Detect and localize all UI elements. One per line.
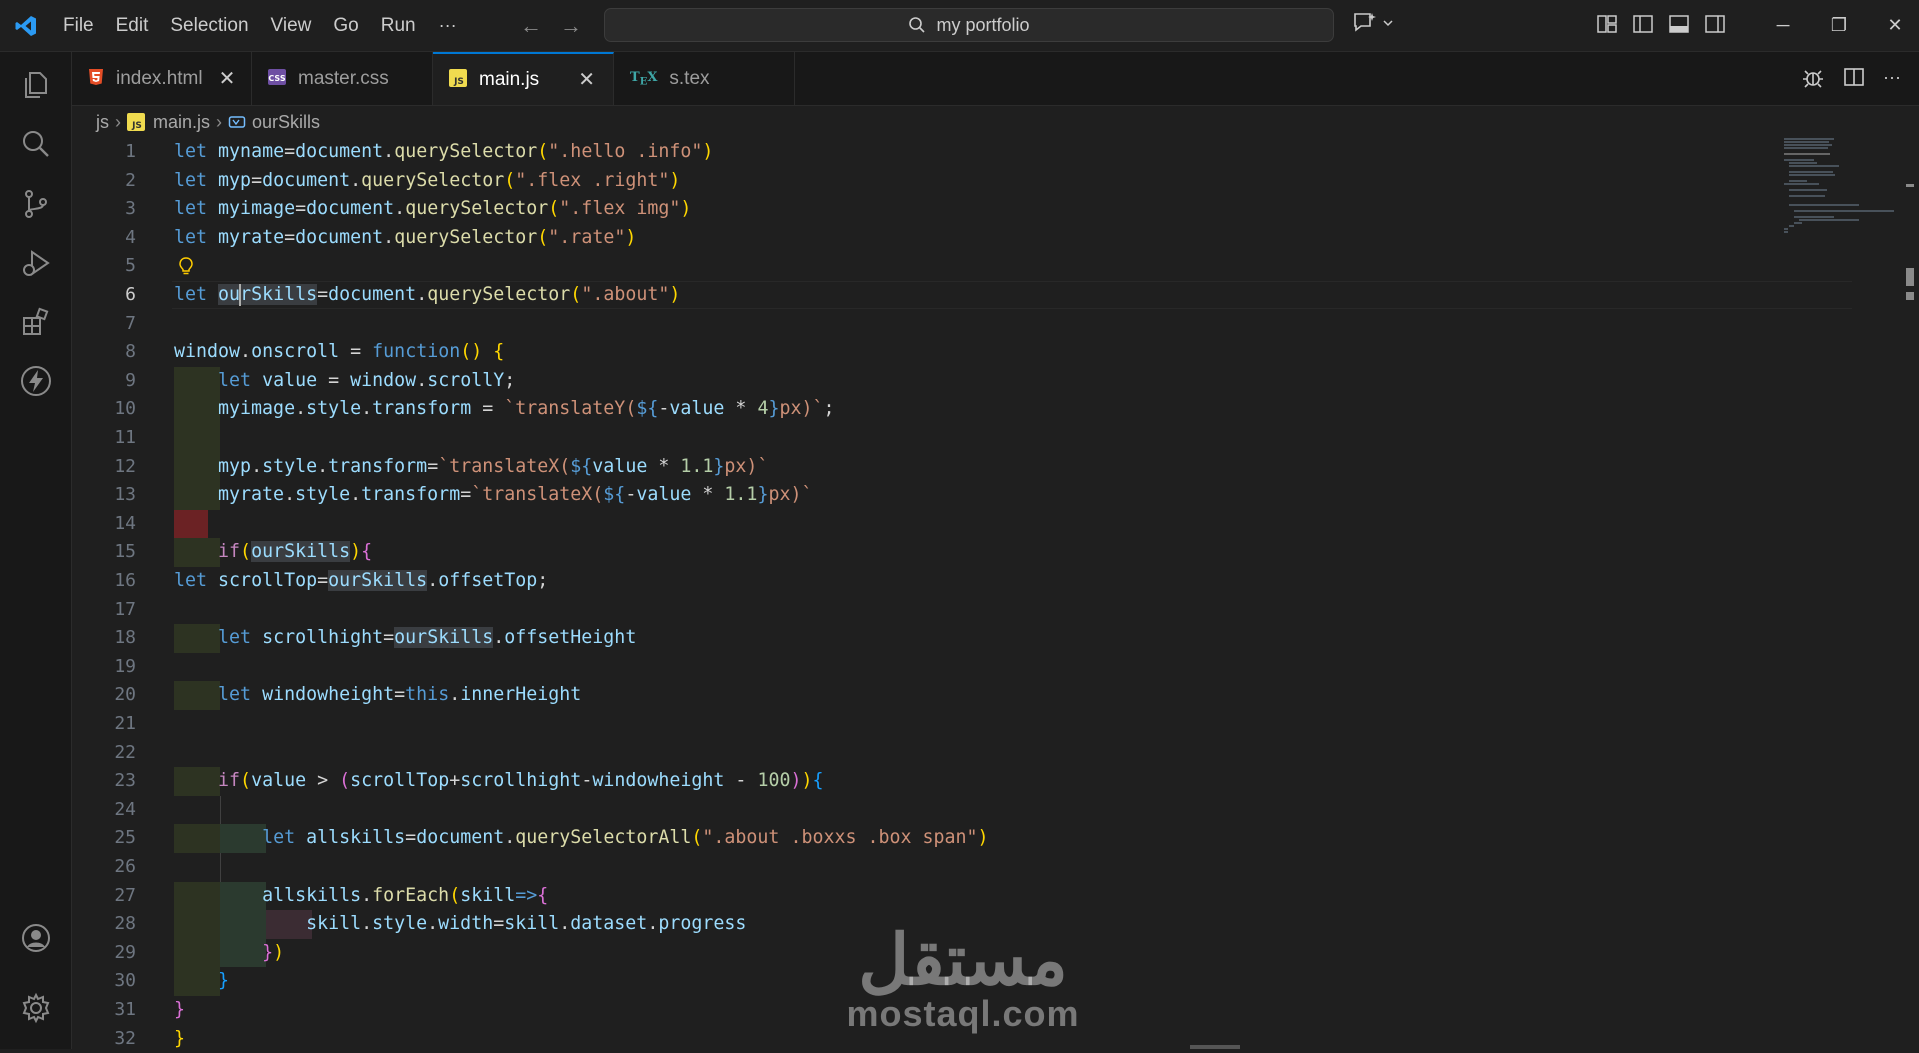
tab-main-js[interactable]: JS main.js ✕: [433, 52, 614, 105]
activity-bar: [0, 52, 72, 1049]
source-control-icon[interactable]: [18, 186, 54, 222]
code-line-8: window.onscroll = function() {: [174, 341, 505, 363]
search-icon: [909, 17, 926, 33]
watermark-arabic: مستقل: [858, 921, 1068, 999]
extensions-icon[interactable]: [18, 304, 54, 340]
split-editor-icon[interactable]: [1843, 66, 1865, 88]
svg-text:CSS: CSS: [268, 74, 285, 83]
code-line-12: myp.style.transform=`translateX(${value …: [218, 455, 769, 477]
scrollbar-overview[interactable]: [1904, 180, 1914, 330]
js-icon: JS: [449, 69, 467, 90]
more-actions-icon[interactable]: ···: [1883, 66, 1901, 90]
run-debug-icon[interactable]: [18, 245, 54, 281]
code-line-16: let scrollTop=ourSkills.offsetTop;: [174, 570, 549, 591]
code-line-9: let value = window.scrollY;: [218, 369, 516, 391]
code-line-15: if(ourSkills){: [218, 541, 373, 563]
tab-label: master.css: [298, 67, 389, 89]
code-line-3: let myimage=document.querySelector(".fle…: [174, 198, 692, 220]
menu-edit[interactable]: Edit: [105, 0, 160, 51]
close-icon[interactable]: ✕: [562, 67, 595, 92]
back-arrow-icon[interactable]: ←: [520, 13, 542, 39]
search-icon[interactable]: [18, 126, 54, 162]
svg-text:JS: JS: [131, 121, 142, 131]
minimize-button[interactable]: ─: [1755, 15, 1811, 36]
chevron-down-icon: [1383, 20, 1393, 27]
code-line-10: myimage.style.transform = `translateY(${…: [218, 398, 835, 420]
horizontal-scrollbar[interactable]: [1190, 1045, 1240, 1049]
breadcrumb-file[interactable]: main.js: [153, 112, 210, 133]
tab-master-css[interactable]: CSS master.css: [252, 52, 433, 105]
tab-label: main.js: [479, 68, 540, 90]
thunder-client-icon[interactable]: [18, 363, 54, 399]
code-line-4: let myrate=document.querySelector(".rate…: [174, 226, 637, 248]
breadcrumb: js › JS main.js › ourSkills: [72, 107, 320, 137]
breadcrumb-folder[interactable]: js: [96, 112, 109, 133]
code-line-1: let myname=document.querySelector(".hell…: [174, 141, 714, 162]
chevron-right-icon: ›: [115, 111, 121, 132]
search-text: my portfolio: [936, 14, 1030, 35]
forward-arrow-icon[interactable]: →: [560, 13, 582, 39]
toggle-primary-sidebar-icon[interactable]: [1632, 13, 1654, 35]
line-number: 22: [114, 741, 136, 763]
chevron-right-icon: ›: [216, 111, 223, 132]
watermark-logo: مستقل mostaql.com: [843, 925, 1083, 1035]
more-menu-button[interactable]: ···: [427, 15, 469, 36]
code-line-2: let myp=document.querySelector(".flex .r…: [174, 169, 681, 191]
menu-file[interactable]: File: [52, 0, 105, 51]
close-icon[interactable]: ✕: [203, 66, 236, 91]
line-number: 19: [114, 655, 136, 677]
copilot-icon: [1354, 13, 1376, 32]
menu-go[interactable]: Go: [322, 0, 369, 51]
toggle-panel-icon[interactable]: [1668, 13, 1690, 35]
svg-text:JS: JS: [453, 77, 464, 87]
vscode-logo-icon: [0, 0, 52, 51]
customize-layout-icon[interactable]: [1596, 13, 1618, 35]
code-line-29: }): [262, 941, 285, 963]
code-line-31: }: [174, 999, 186, 1020]
watermark-latin: mostaql.com: [846, 993, 1080, 1034]
code-line-18: let scrollhight=ourSkills.offsetHeight: [218, 627, 637, 649]
code-line-13: myrate.style.transform=`translateX(${-va…: [218, 484, 813, 506]
code-line-23: if(value > (scrollTop+scrollhight-window…: [218, 770, 824, 792]
html5-icon: [88, 68, 104, 89]
code-line-28: skill.style.width=skill.dataset.progress: [306, 913, 747, 935]
tab-label: index.html: [116, 67, 203, 89]
variable-symbol-icon: [228, 116, 246, 128]
copilot-button[interactable]: [1352, 11, 1394, 35]
code-line-27: allskills.forEach(skill=>{: [262, 884, 549, 906]
line-number: 21: [114, 713, 136, 734]
title-bar: File Edit Selection View Go Run ··· ← → …: [0, 0, 1919, 52]
code-line-20: let windowheight=this.innerHeight: [218, 684, 582, 706]
css-icon: CSS: [268, 69, 286, 88]
restore-button[interactable]: ❐: [1811, 15, 1867, 36]
code-line-6: let ourSkills=document.querySelector(".a…: [174, 284, 681, 306]
line-number: 17: [114, 598, 136, 620]
breadcrumb-symbol[interactable]: ourSkills: [252, 112, 320, 133]
editor-tab-bar: index.html ✕ CSS master.css JS main.js ✕…: [72, 52, 1919, 106]
line-number: 7: [125, 312, 136, 334]
debug-icon[interactable]: [1801, 66, 1825, 90]
explorer-icon[interactable]: [18, 67, 54, 103]
code-editor[interactable]: 1 2 3 4 5 6 7 8 9 10 11 12 13 14 15 16 17 18 19 20 21 22 23 24 2…: [72, 138, 1852, 1049]
command-center-search[interactable]: my portfolio: [604, 8, 1334, 42]
menu-selection[interactable]: Selection: [159, 0, 259, 51]
tab-index-html[interactable]: index.html ✕: [72, 52, 252, 105]
tab-label: s.tex: [669, 67, 710, 89]
close-window-button[interactable]: ✕: [1867, 15, 1919, 36]
lightbulb-icon[interactable]: [178, 257, 194, 280]
toggle-secondary-sidebar-icon[interactable]: [1704, 13, 1726, 35]
accounts-icon[interactable]: [18, 920, 54, 956]
menu-run[interactable]: Run: [370, 0, 427, 51]
js-icon: JS: [127, 113, 145, 131]
minimap[interactable]: [1784, 138, 1904, 338]
tex-icon: TEX: [630, 69, 658, 88]
code-line-25: let allskills=document.querySelectorAll(…: [262, 827, 989, 849]
menu-bar: File Edit Selection View Go Run ···: [52, 0, 469, 51]
menu-view[interactable]: View: [260, 0, 323, 51]
settings-gear-icon[interactable]: [18, 990, 54, 1026]
tab-s-tex[interactable]: TEX s.tex: [614, 52, 795, 105]
code-line-30: }: [218, 970, 230, 992]
